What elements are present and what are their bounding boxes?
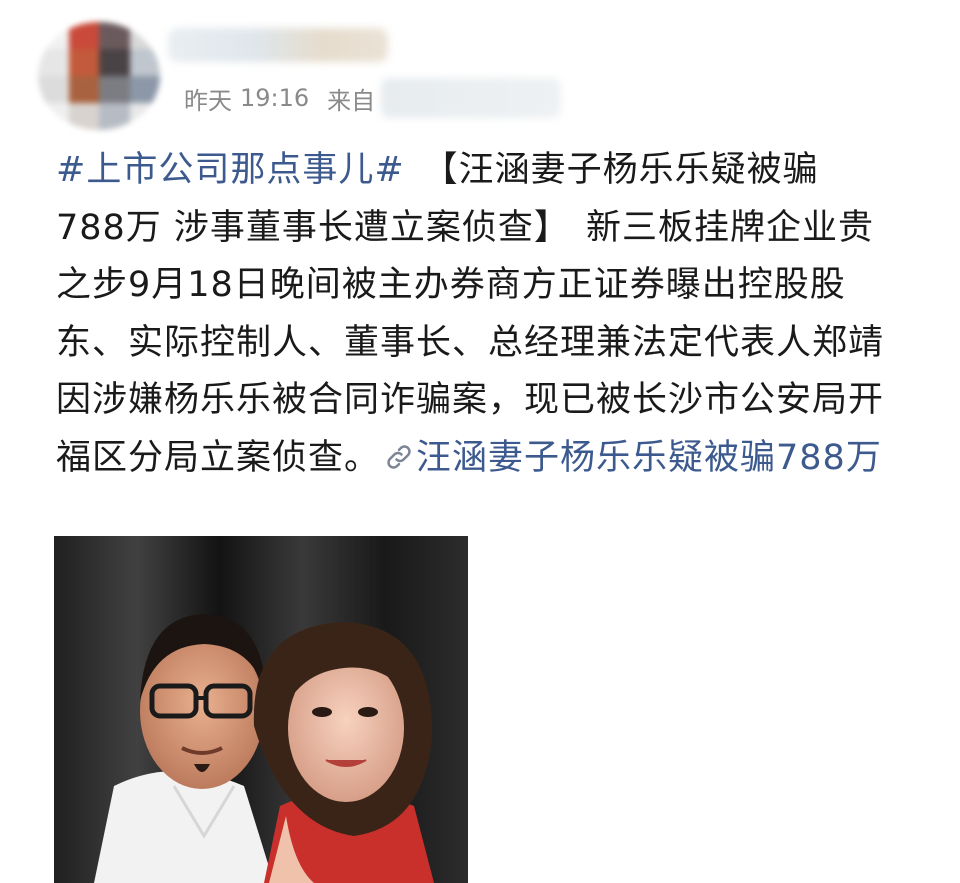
link-chain-icon — [387, 444, 411, 469]
username-blurred[interactable] — [168, 28, 388, 62]
avatar[interactable] — [38, 22, 160, 130]
post-photo[interactable] — [54, 536, 468, 883]
post-source-label: 来自 — [327, 86, 376, 115]
topic-hashtag[interactable]: #上市公司那点事儿# — [56, 150, 405, 190]
post-source-blurred — [381, 78, 562, 118]
article-link[interactable]: 汪涵妻子杨乐乐疑被骗788万 — [380, 438, 882, 478]
post-date: 昨天 — [184, 86, 232, 115]
post-time: 19:16 — [240, 84, 310, 112]
post-text: #上市公司那点事儿# 【汪涵妻子杨乐乐疑被骗788万 涉事董事长遭立案侦查】 新三板… — [56, 142, 886, 487]
post-meta: 昨天 19:16 来自 — [184, 78, 562, 118]
couple-photo-illustration — [54, 536, 468, 883]
article-link-text: 汪涵妻子杨乐乐疑被骗788万 — [416, 437, 882, 478]
